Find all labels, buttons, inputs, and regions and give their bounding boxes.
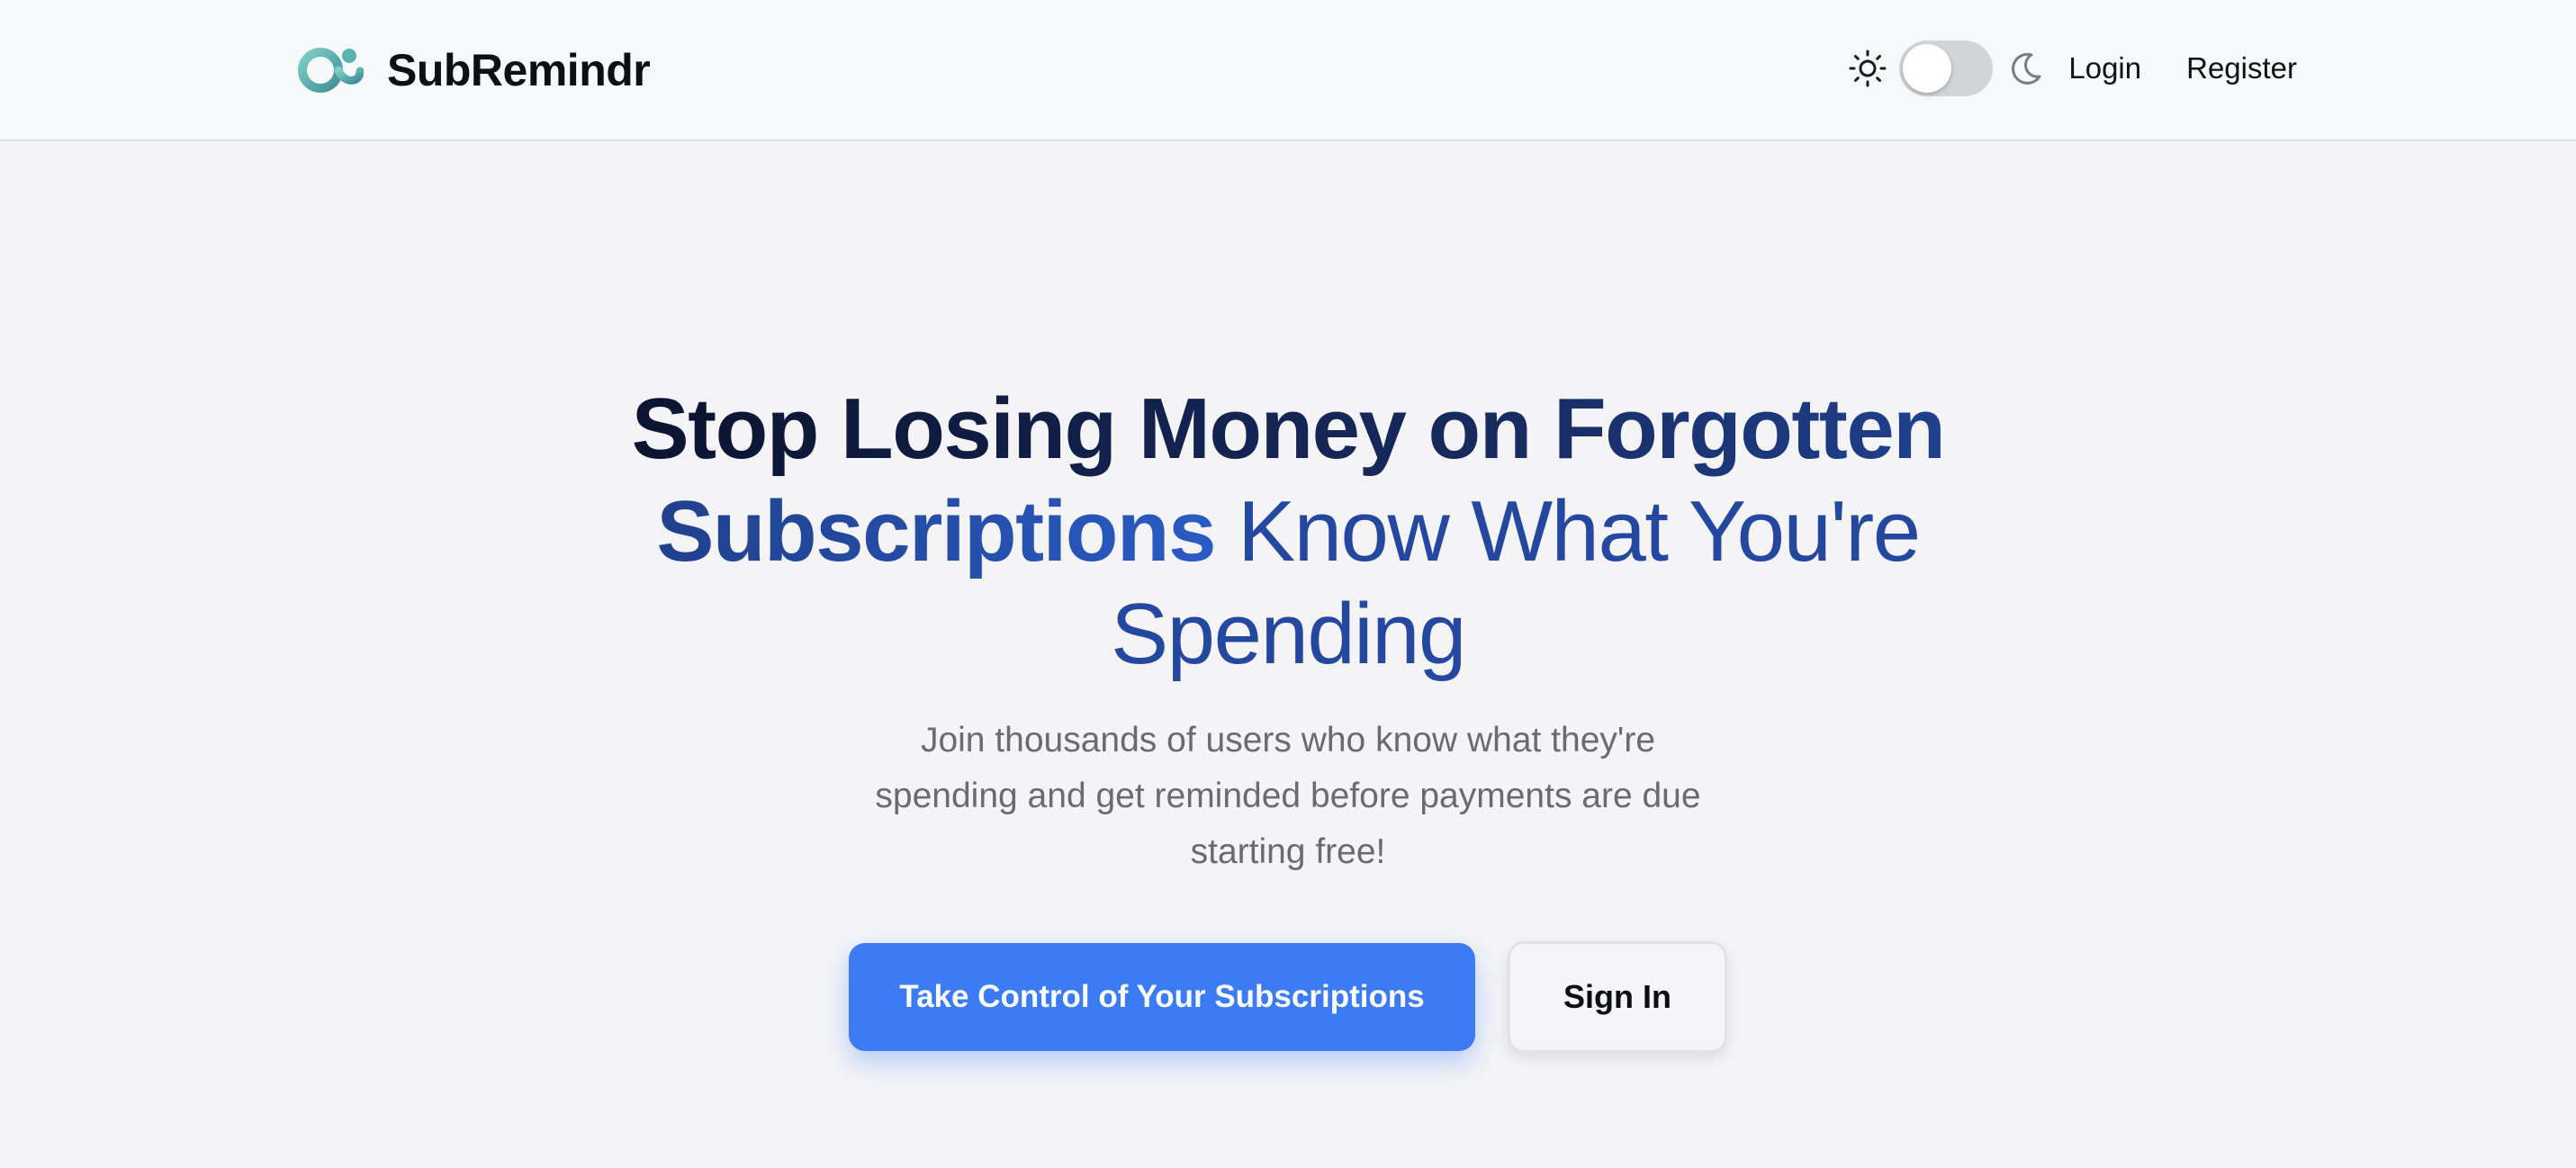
sun-icon	[1849, 49, 1887, 87]
theme-toggle[interactable]	[1899, 40, 1994, 96]
brand-name: SubRemindr	[387, 45, 651, 95]
sign-in-button[interactable]: Sign In	[1508, 941, 1727, 1053]
hero-subtext: Join thousands of users who know what th…	[875, 721, 1701, 871]
hero-headline: Stop Losing Money on Forgotten Subscript…	[613, 378, 1963, 686]
take-control-button[interactable]: Take Control of Your Subscriptions	[849, 943, 1475, 1051]
register-link[interactable]: Register	[2186, 51, 2297, 85]
nav-bar: Login Register	[1847, 36, 2297, 101]
brand[interactable]: SubRemindr	[297, 38, 651, 103]
hero-actions: Take Control of Your Subscriptions Sign …	[0, 941, 2576, 1053]
login-link[interactable]: Login	[2068, 51, 2141, 85]
subremindr-logo-icon	[298, 48, 364, 93]
moon-icon	[2012, 52, 2041, 85]
theme-toggle-knob	[1903, 44, 1952, 93]
hero-section: Stop Losing Money on Forgotten Subscript…	[0, 378, 2576, 1053]
headline-secondary: Know What You're Spending	[1111, 483, 1921, 682]
top-navbar: SubRemindr Login Register	[0, 0, 2576, 141]
